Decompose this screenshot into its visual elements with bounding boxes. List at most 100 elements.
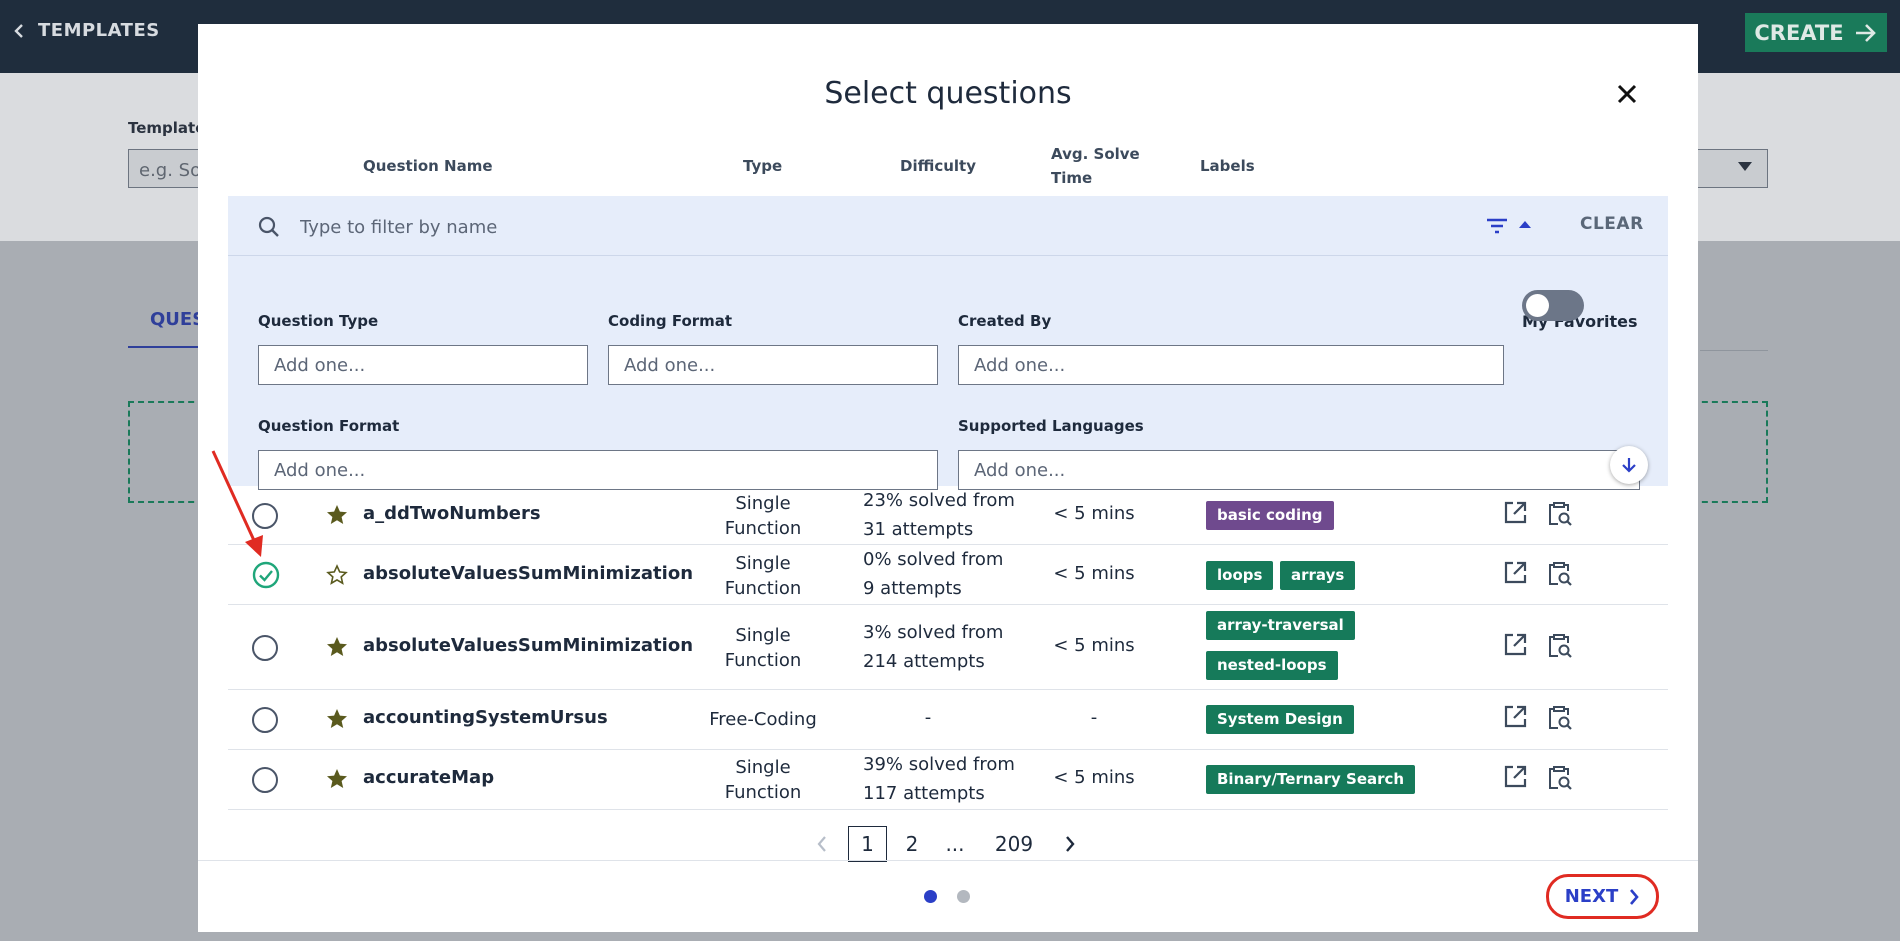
select-radio[interactable] bbox=[252, 707, 278, 733]
question-name[interactable]: a_ddTwoNumbers bbox=[363, 503, 541, 524]
arrow-down-icon bbox=[1622, 458, 1636, 473]
close-button[interactable] bbox=[1613, 80, 1641, 108]
pagination-ellipsis: ... bbox=[945, 832, 965, 856]
supported-languages-label: Supported Languages bbox=[958, 417, 1144, 435]
star-filled-icon[interactable] bbox=[326, 768, 348, 790]
arrow-right-icon bbox=[1855, 23, 1876, 42]
question-name[interactable]: accurateMap bbox=[363, 767, 494, 788]
avg-solve-time: < 5 mins bbox=[1053, 503, 1135, 524]
preview-button[interactable] bbox=[1545, 703, 1573, 731]
label-tag: loops bbox=[1206, 561, 1274, 590]
star-filled-icon[interactable] bbox=[326, 636, 348, 658]
supported-languages-input[interactable] bbox=[958, 450, 1640, 490]
preview-button[interactable] bbox=[1545, 559, 1573, 587]
coding-format-input[interactable] bbox=[608, 345, 938, 385]
chevron-right-icon bbox=[1066, 836, 1075, 852]
filter-icon[interactable] bbox=[1484, 216, 1510, 236]
question-name[interactable]: accountingSystemUrsus bbox=[363, 707, 608, 728]
select-radio[interactable] bbox=[252, 767, 278, 793]
my-favorites-toggle[interactable] bbox=[1522, 290, 1584, 321]
page-2-button[interactable]: 2 bbox=[897, 826, 927, 862]
question-row[interactable]: a_ddTwoNumbers Single Function 23% solved… bbox=[228, 486, 1668, 545]
avg-solve-time: - bbox=[1090, 707, 1098, 728]
star-filled-icon[interactable] bbox=[326, 504, 348, 526]
preview-button[interactable] bbox=[1545, 763, 1573, 791]
open-external-button[interactable] bbox=[1501, 703, 1529, 731]
next-page-button[interactable] bbox=[1058, 826, 1082, 862]
label-tag: basic coding bbox=[1206, 501, 1334, 530]
clipboard-search-icon bbox=[1549, 766, 1572, 790]
type-line: Single bbox=[735, 493, 791, 514]
question-row[interactable]: accountingSystemUrsus Free-Coding - - Sy… bbox=[228, 690, 1668, 750]
page-1-button[interactable]: 1 bbox=[848, 826, 887, 862]
column-header-avg-time: Avg. Solve Time bbox=[1051, 145, 1140, 187]
clipboard-search-icon bbox=[1549, 706, 1572, 730]
external-link-icon bbox=[1504, 765, 1527, 788]
tab-active-indicator bbox=[128, 346, 208, 348]
external-link-icon bbox=[1504, 501, 1527, 524]
create-label: CREATE bbox=[1754, 20, 1844, 45]
question-row[interactable]: accurateMap Single Function 39% solved fr… bbox=[228, 750, 1668, 810]
dropdown-caret-icon[interactable] bbox=[1738, 162, 1752, 171]
toggle-knob bbox=[1526, 294, 1549, 317]
selected-check-icon[interactable] bbox=[252, 561, 280, 589]
tab-questions[interactable]: QUES bbox=[150, 309, 205, 330]
preview-button[interactable] bbox=[1545, 499, 1573, 527]
type-line: Single bbox=[735, 757, 791, 778]
open-external-button[interactable] bbox=[1501, 631, 1529, 659]
open-external-button[interactable] bbox=[1501, 499, 1529, 527]
external-link-icon bbox=[1504, 705, 1527, 728]
column-header-name: Question Name bbox=[363, 157, 493, 175]
create-button[interactable]: CREATE bbox=[1745, 13, 1887, 52]
search-bar: CLEAR bbox=[228, 196, 1668, 256]
caret-up-icon[interactable] bbox=[1518, 219, 1532, 229]
column-header-difficulty: Difficulty bbox=[900, 157, 976, 175]
preview-button[interactable] bbox=[1545, 631, 1573, 659]
template-name-label: Template bbox=[128, 119, 206, 137]
difficulty-line: 214 attempts bbox=[863, 651, 985, 672]
avg-solve-time: < 5 mins bbox=[1053, 635, 1135, 656]
type-line: Function bbox=[724, 518, 802, 539]
last-page-button[interactable]: 209 bbox=[989, 826, 1039, 862]
prev-page-button[interactable] bbox=[810, 826, 834, 862]
next-button[interactable]: NEXT bbox=[1546, 874, 1659, 919]
back-to-templates-link[interactable]: TEMPLATES bbox=[12, 20, 160, 41]
question-name[interactable]: absoluteValuesSumMinimization bbox=[363, 635, 693, 656]
step-indicator bbox=[957, 890, 970, 903]
created-by-input[interactable] bbox=[958, 345, 1504, 385]
question-difficulty: 23% solved from 31 attempts bbox=[863, 486, 1015, 544]
search-input[interactable] bbox=[298, 210, 1198, 244]
clear-filters-button[interactable]: CLEAR bbox=[1580, 214, 1644, 234]
label-tag: Binary/Ternary Search bbox=[1206, 765, 1416, 794]
question-format-input[interactable] bbox=[258, 450, 938, 490]
type-line: Single bbox=[735, 625, 791, 646]
question-row[interactable]: absoluteValuesSumMinimization Single Func… bbox=[228, 605, 1668, 690]
close-icon bbox=[1617, 84, 1637, 104]
step-indicator-active bbox=[924, 890, 937, 903]
question-format-label: Question Format bbox=[258, 417, 400, 435]
scroll-down-button[interactable] bbox=[1610, 446, 1648, 484]
chevron-left-icon bbox=[14, 23, 23, 38]
question-type-input[interactable] bbox=[258, 345, 588, 385]
question-type: Free-Coding bbox=[698, 707, 828, 732]
difficulty-line: 117 attempts bbox=[863, 783, 985, 804]
open-external-button[interactable] bbox=[1501, 763, 1529, 791]
question-row[interactable]: absoluteValuesSumMinimization Single Func… bbox=[228, 545, 1668, 605]
back-label: TEMPLATES bbox=[38, 20, 160, 41]
question-type: Single Function bbox=[698, 755, 828, 805]
question-difficulty: 3% solved from 214 attempts bbox=[863, 618, 1003, 676]
label-tag: array-traversal bbox=[1206, 611, 1355, 640]
question-name[interactable]: absoluteValuesSumMinimization bbox=[363, 563, 693, 584]
select-questions-modal: Select questions Question Name Type Diff… bbox=[198, 24, 1698, 932]
question-difficulty: - bbox=[924, 707, 932, 728]
open-external-button[interactable] bbox=[1501, 559, 1529, 587]
type-line: Function bbox=[724, 650, 802, 671]
difficulty-line: 23% solved from bbox=[863, 490, 1015, 511]
select-radio[interactable] bbox=[252, 635, 278, 661]
avg-solve-time: < 5 mins bbox=[1053, 767, 1135, 788]
star-filled-icon[interactable] bbox=[326, 708, 348, 730]
star-outline-icon[interactable] bbox=[326, 564, 348, 586]
type-line: Single bbox=[735, 553, 791, 574]
difficulty-line: 0% solved from bbox=[863, 549, 1004, 570]
chevron-left-icon bbox=[817, 836, 826, 852]
